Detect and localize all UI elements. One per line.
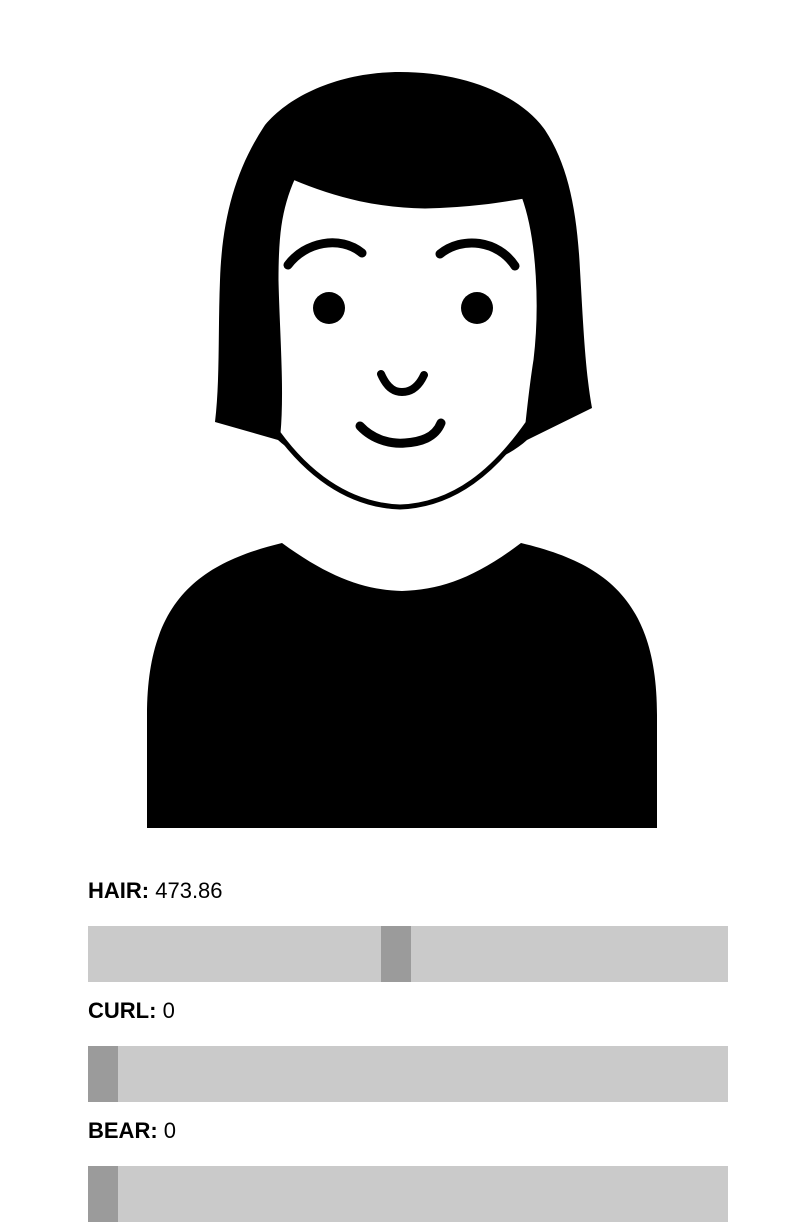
face-shape (273, 174, 542, 510)
hair-label-name: HAIR: (88, 878, 150, 903)
hair-label: HAIR: 473.86 (88, 878, 728, 904)
hair-slider[interactable] (88, 926, 728, 982)
bear-label-name: BEAR: (88, 1118, 158, 1143)
curl-slider-thumb[interactable] (88, 1046, 118, 1102)
bear-label: BEAR: 0 (88, 1118, 728, 1144)
curl-label: CURL: 0 (88, 998, 728, 1024)
bear-slider[interactable] (88, 1166, 728, 1222)
curl-control: CURL: 0 (88, 998, 728, 1102)
curl-value: 0 (162, 998, 175, 1023)
bear-slider-thumb[interactable] (88, 1166, 118, 1222)
hair-value: 473.86 (155, 878, 223, 903)
curl-label-name: CURL: (88, 998, 157, 1023)
left-eye (313, 292, 345, 324)
curl-slider[interactable] (88, 1046, 728, 1102)
hair-control: HAIR: 473.86 (88, 878, 728, 982)
bear-value: 0 (163, 1118, 177, 1143)
right-eye (461, 292, 493, 324)
hair-slider-thumb[interactable] (381, 926, 411, 982)
bear-control: BEAR: 0 (88, 1118, 728, 1222)
avatar-illustration (147, 72, 657, 828)
shirt-shape (147, 543, 657, 828)
